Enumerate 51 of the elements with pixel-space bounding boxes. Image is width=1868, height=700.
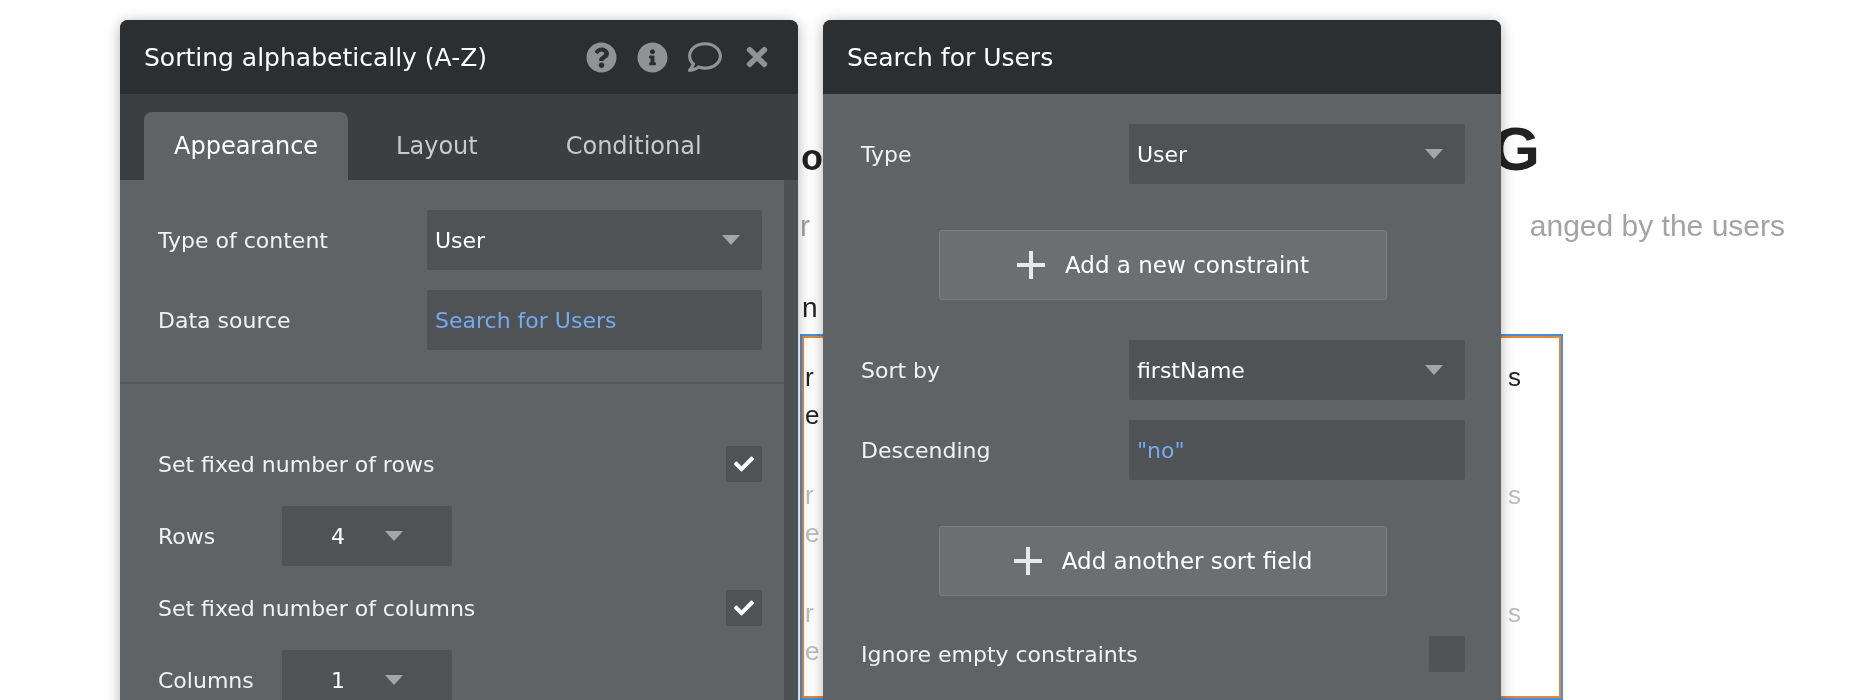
- field-label: Type of content: [158, 227, 328, 253]
- dropdown[interactable]: 4: [282, 506, 452, 566]
- caret-icon: [385, 675, 403, 685]
- plus-icon: [1013, 547, 1042, 575]
- caret-icon: [1425, 149, 1443, 159]
- checkbox-label: Ignore empty constraints: [861, 641, 1138, 667]
- caret-icon: [385, 531, 403, 541]
- field-label: Descending: [861, 437, 991, 463]
- row-text: s: [1508, 479, 1521, 512]
- caret-icon: [1425, 365, 1443, 375]
- checkbox-label: Set fixed number of columns: [158, 595, 476, 621]
- plus-icon: [1017, 251, 1046, 279]
- section-label: n: [801, 294, 819, 322]
- tab[interactable]: Appearance: [144, 112, 349, 180]
- expression-field[interactable]: Search for Users: [427, 290, 762, 350]
- dropdown[interactable]: firstName: [1129, 340, 1465, 400]
- dropdown[interactable]: 1: [282, 650, 452, 700]
- row-text: e: [805, 517, 820, 550]
- panel-title: Sorting alphabetically (A-Z): [144, 42, 488, 72]
- add-button[interactable]: Add another sort field: [939, 526, 1387, 596]
- field-label: Sort by: [861, 357, 941, 383]
- page-subtitle: anged by the users: [1529, 208, 1785, 244]
- add-button[interactable]: Add a new constraint: [939, 230, 1387, 300]
- panel-title: Search for Users: [847, 42, 1054, 72]
- page-heading: o: [801, 140, 823, 176]
- row-text: s: [1508, 361, 1521, 394]
- tab[interactable]: Conditional: [525, 112, 742, 180]
- info-icon[interactable]: [637, 41, 668, 73]
- checkbox[interactable]: [726, 446, 762, 482]
- help-icon[interactable]: [586, 41, 617, 73]
- row-text: s: [1508, 597, 1521, 630]
- expression-field[interactable]: "no": [1129, 420, 1465, 480]
- field-label: Columns: [158, 667, 255, 693]
- check-icon: [734, 598, 754, 618]
- page-subtitle: r: [800, 208, 810, 244]
- row-text: r: [805, 597, 815, 630]
- dropdown[interactable]: User: [427, 210, 762, 270]
- tab[interactable]: Layout: [356, 112, 518, 180]
- caret-icon: [722, 235, 740, 245]
- row-text: r: [805, 361, 815, 394]
- checkbox[interactable]: [726, 590, 762, 626]
- dropdown[interactable]: User: [1129, 124, 1465, 184]
- row-text: e: [805, 399, 820, 432]
- row-text: e: [805, 635, 820, 668]
- field-label: Type: [861, 141, 912, 167]
- check-icon: [734, 454, 754, 474]
- checkbox-label: Set fixed number of rows: [158, 451, 435, 477]
- field-label: Rows: [158, 523, 217, 549]
- row-text: r: [805, 479, 815, 512]
- comment-icon[interactable]: [688, 40, 722, 74]
- field-label: Data source: [158, 307, 291, 333]
